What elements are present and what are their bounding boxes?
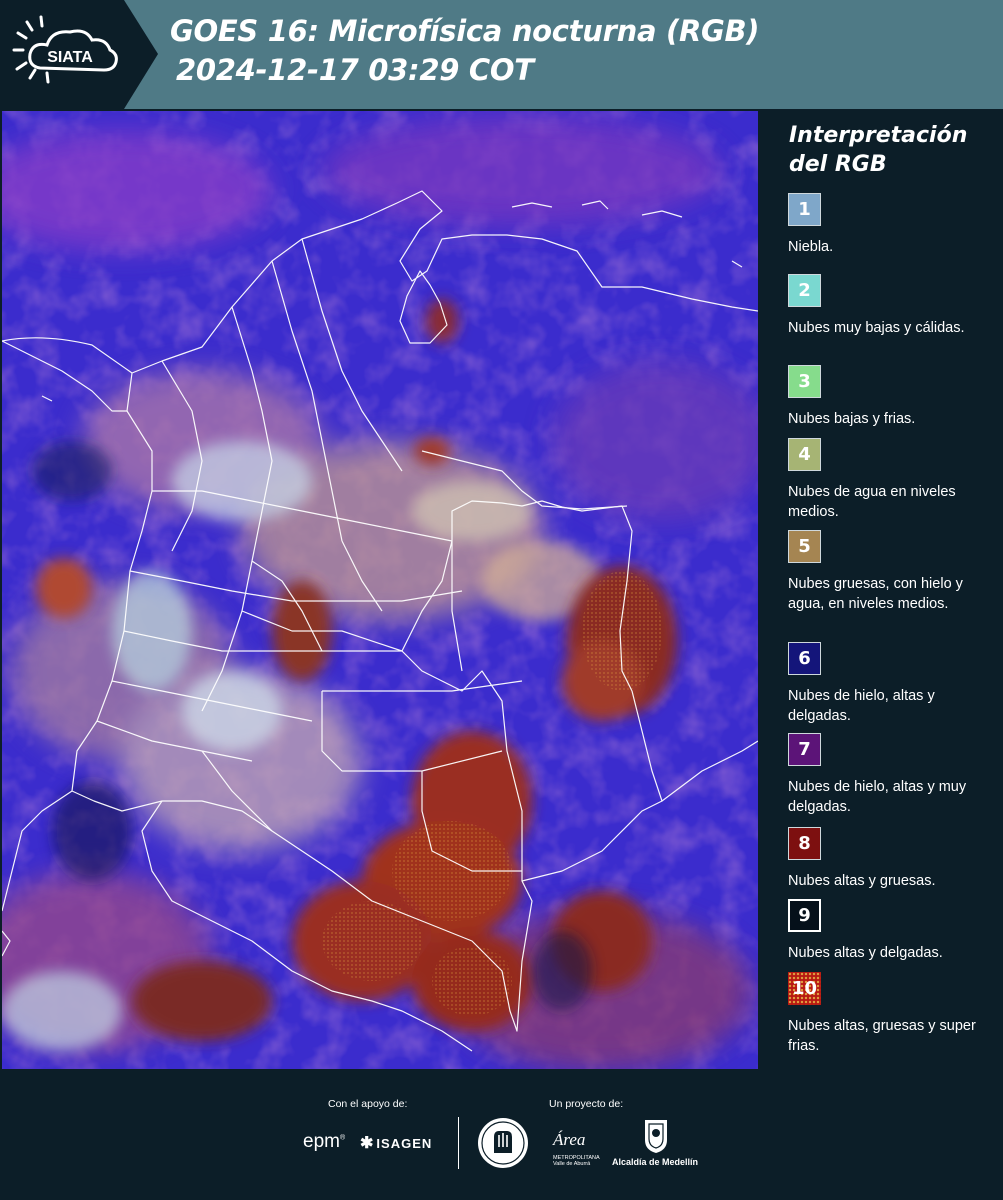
legend-swatch: 3 <box>788 365 821 398</box>
legend-item-8: 8 Nubes altas y gruesas. <box>788 827 998 891</box>
legend-label: Nubes altas, gruesas y super frias. <box>788 1018 976 1054</box>
siata-logo-text: SIATA <box>47 49 93 66</box>
legend-item-4: 4 Nubes de agua en niveles medios. <box>788 438 998 522</box>
legend-item-3: 3 Nubes bajas y frias. <box>788 365 998 429</box>
isagen-logo: ✱ ISAGEN <box>360 1135 433 1152</box>
page-title: GOES 16: Microfísica nocturna (RGB) <box>170 14 760 48</box>
legend-label: Niebla. <box>788 239 834 255</box>
legend-label: Nubes de hielo, altas y delgadas. <box>788 688 935 724</box>
siata-logo: SIATA <box>0 0 158 109</box>
page-timestamp: 2024-12-17 03:29 COT <box>176 53 534 87</box>
medellin-shield-icon <box>645 1120 667 1153</box>
support-label: Con el apoyo de: <box>328 1098 408 1110</box>
legend-title: Interpretación del RGB <box>789 123 968 177</box>
legend-label: Nubes altas y gruesas. <box>788 873 936 889</box>
legend-item-2: 2 Nubes muy bajas y cálidas. <box>788 274 998 338</box>
legend-item-6: 6 Nubes de hielo, altas y delgadas. <box>788 642 998 726</box>
legend-label: Nubes gruesas, con hielo y agua, en nive… <box>788 576 963 612</box>
legend-swatch: 6 <box>788 642 821 675</box>
area-metropolitana-sub: METROPOLITANA Valle de Aburrá <box>553 1155 600 1167</box>
epm-logo: epm® <box>303 1131 346 1152</box>
legend-label: Nubes de agua en niveles medios. <box>788 484 956 520</box>
legend-item-10: 10 Nubes altas, gruesas y super frias. <box>788 972 998 1056</box>
legend-label: Nubes bajas y frias. <box>788 411 916 427</box>
satellite-map[interactable] <box>2 111 758 1069</box>
legend-swatch: 5 <box>788 530 821 563</box>
legend-swatch: 8 <box>788 827 821 860</box>
legend-swatch: 7 <box>788 733 821 766</box>
footer-divider <box>458 1117 459 1169</box>
project-label: Un proyecto de: <box>549 1098 624 1110</box>
legend-swatch: 1 <box>788 193 821 226</box>
legend-label: Nubes de hielo, altas y muy delgadas. <box>788 779 967 815</box>
legend-label: Nubes altas y delgadas. <box>788 945 943 961</box>
legend-swatch: 2 <box>788 274 821 307</box>
legend-item-5: 5 Nubes gruesas, con hielo y agua, en ni… <box>788 530 998 614</box>
header-bar: SIATA GOES 16: Microfísica nocturna (RGB… <box>0 0 1003 109</box>
isagen-mark-icon: ✱ <box>360 1135 375 1152</box>
medellin-label: Alcaldía de Medellín <box>612 1157 699 1167</box>
legend-item-9: 9 Nubes altas y delgadas. <box>788 899 998 963</box>
legend-item-7: 7 Nubes de hielo, altas y muy delgadas. <box>788 733 998 817</box>
footer-bar: Con el apoyo de: Un proyecto de: epm® ✱ I… <box>0 1071 1003 1200</box>
legend-label: Nubes muy bajas y cálidas. <box>788 320 965 336</box>
legend-item-1: 1 Niebla. <box>788 193 998 257</box>
university-seal-icon <box>478 1118 528 1168</box>
legend-swatch: 4 <box>788 438 821 471</box>
legend-swatch: 10 <box>788 972 821 1005</box>
legend-panel: Interpretación del RGB 1 Niebla. 2 Nubes… <box>762 109 1003 1071</box>
area-metropolitana-logo: Área <box>553 1130 586 1149</box>
legend-swatch: 9 <box>788 899 821 932</box>
